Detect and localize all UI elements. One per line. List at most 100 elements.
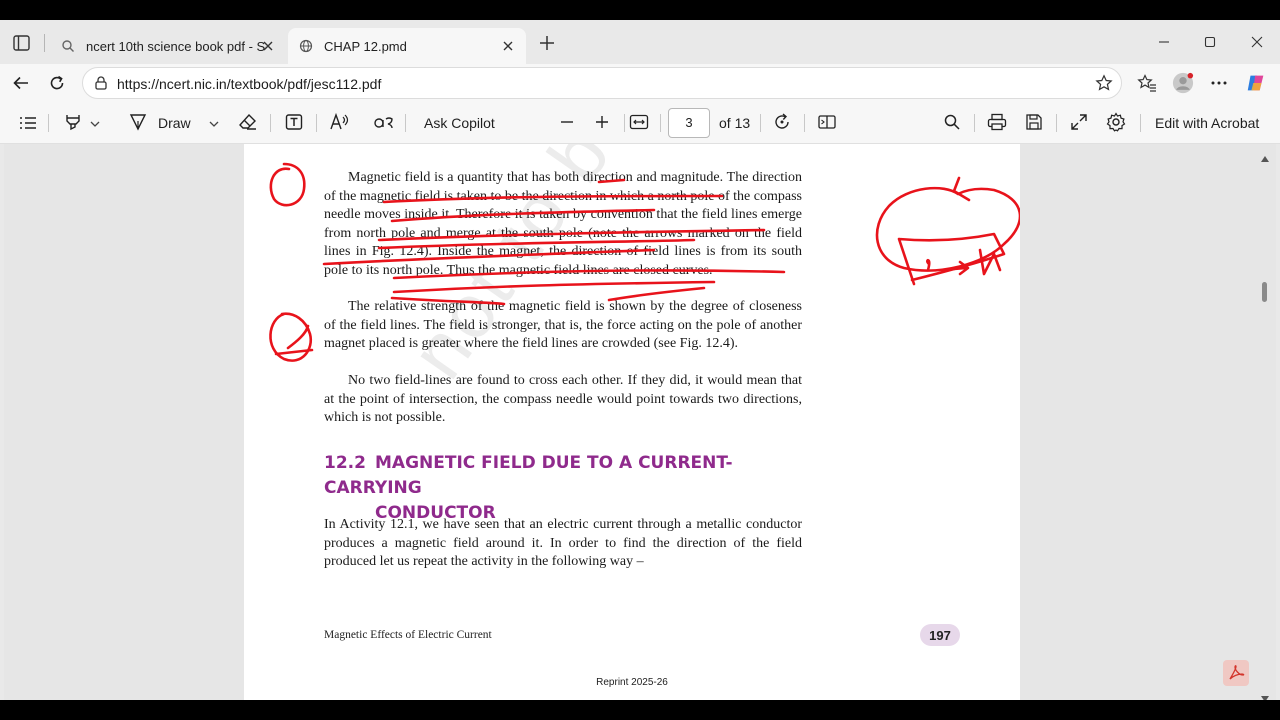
rotate-button[interactable]	[771, 112, 793, 134]
toolbar-separator	[48, 114, 49, 132]
read-aloud-icon	[329, 112, 351, 135]
favorites-button[interactable]	[1136, 72, 1158, 94]
acrobat-icon[interactable]	[1223, 660, 1249, 686]
read-aloud-button[interactable]	[329, 112, 351, 134]
highlighter-icon	[64, 113, 84, 134]
search-icon	[943, 113, 961, 134]
search-icon	[60, 38, 76, 54]
save-button[interactable]	[1023, 112, 1045, 134]
page-view-button[interactable]	[816, 112, 838, 134]
draw-button[interactable]: Draw	[128, 112, 220, 134]
toolbar-separator	[624, 114, 625, 132]
ink-annotations	[269, 162, 1020, 362]
circled-number-1	[269, 162, 306, 207]
back-button[interactable]	[10, 72, 32, 94]
toolbar-separator	[270, 114, 271, 132]
translate-button[interactable]	[373, 112, 395, 134]
add-text-button[interactable]	[283, 112, 305, 134]
plus-icon	[594, 114, 610, 133]
toolbar-separator	[405, 114, 406, 132]
underline-stroke	[607, 286, 706, 302]
magnet-arrow-sketch	[952, 176, 971, 202]
underline-stroke	[390, 208, 656, 223]
text-box-icon	[284, 112, 304, 135]
zoom-in-button[interactable]	[591, 112, 613, 134]
toolbar-separator	[1056, 114, 1057, 132]
tab-search[interactable]: ncert 10th science book pdf - Sea	[50, 28, 286, 64]
edit-with-acrobat-button[interactable]: Edit with Acrobat	[1155, 112, 1259, 134]
copilot-icon[interactable]	[1245, 72, 1267, 94]
underline-stroke	[390, 296, 506, 306]
close-icon[interactable]	[498, 36, 518, 56]
underline-stroke	[392, 269, 786, 280]
draw-pen-icon	[128, 112, 148, 135]
scrollbar-thumb[interactable]	[1262, 282, 1267, 302]
toolbar-separator	[974, 114, 975, 132]
maximize-button[interactable]	[1200, 32, 1220, 52]
chevron-down-icon	[209, 115, 219, 131]
page-number-input[interactable]: 3	[668, 108, 710, 138]
close-icon[interactable]	[258, 36, 278, 56]
tab-chap12[interactable]: CHAP 12.pmd	[288, 28, 526, 64]
eraser-icon	[238, 112, 258, 135]
underline-stroke	[382, 194, 724, 204]
save-disk-icon	[1025, 113, 1043, 134]
toolbar-separator	[760, 114, 761, 132]
page-total: of 13	[719, 115, 751, 131]
tab-strip: ncert 10th science book pdf - Sea CHAP 1…	[0, 20, 1280, 64]
rotate-icon	[772, 112, 792, 135]
expand-icon	[1070, 113, 1088, 134]
pdf-page: not to be republished Magnetic field is …	[244, 144, 1020, 700]
tab-actions-icon[interactable]	[8, 32, 34, 54]
translate-icon	[373, 112, 395, 135]
fit-to-width-button[interactable]	[628, 112, 650, 134]
tab-title: CHAP 12.pmd	[324, 38, 407, 54]
bar-magnet-sketch	[897, 232, 1006, 286]
underline-stroke	[322, 248, 656, 266]
toolbar-separator	[316, 114, 317, 132]
new-tab-button[interactable]	[536, 32, 558, 54]
fullscreen-button[interactable]	[1068, 112, 1090, 134]
favorite-star-icon[interactable]	[1095, 74, 1113, 97]
zoom-out-button[interactable]	[556, 112, 578, 134]
globe-icon	[298, 38, 314, 54]
gear-icon	[1106, 111, 1126, 135]
navigation-bar: https://ncert.nic.in/textbook/pdf/jesc11…	[0, 64, 1280, 102]
close-window-button[interactable]	[1247, 32, 1267, 52]
two-page-icon	[817, 113, 837, 134]
url-text: https://ncert.nic.in/textbook/pdf/jesc11…	[117, 76, 382, 92]
minimize-button[interactable]	[1154, 32, 1174, 52]
scroll-up-arrow[interactable]	[1260, 150, 1270, 162]
more-options-icon[interactable]	[1208, 72, 1230, 94]
print-button[interactable]	[986, 112, 1008, 134]
highlight-button[interactable]	[60, 112, 104, 134]
contents-list-icon[interactable]	[18, 112, 38, 134]
toolbar-separator	[1140, 114, 1141, 132]
tab-separator	[44, 34, 45, 52]
minus-icon	[559, 114, 575, 133]
scroll-down-arrow[interactable]	[1260, 690, 1270, 700]
ask-copilot-button[interactable]: Ask Copilot	[424, 112, 495, 134]
find-button[interactable]	[941, 112, 963, 134]
pdf-toolbar: Draw Ask Copilot 3 of 13 Edit with Acrob…	[0, 102, 1280, 144]
tab-title: ncert 10th science book pdf - Sea	[86, 38, 266, 54]
draw-label: Draw	[158, 115, 191, 131]
printer-icon	[987, 113, 1007, 134]
magnet-loop-sketch	[875, 186, 1020, 272]
eraser-button[interactable]	[237, 112, 259, 134]
site-info-icon[interactable]	[93, 75, 109, 96]
underline-stroke	[597, 178, 626, 184]
chevron-down-icon	[90, 115, 100, 131]
profile-avatar[interactable]	[1172, 72, 1194, 94]
fit-width-icon	[629, 113, 649, 134]
toolbar-separator	[804, 114, 805, 132]
underline-stroke	[377, 238, 696, 250]
underline-stroke	[392, 280, 716, 294]
address-bar[interactable]: https://ncert.nic.in/textbook/pdf/jesc11…	[82, 67, 1122, 99]
toolbar-separator	[660, 114, 661, 132]
pdf-viewer[interactable]: not to be republished Magnetic field is …	[4, 144, 1276, 700]
settings-button[interactable]	[1105, 111, 1127, 135]
refresh-button[interactable]	[46, 72, 68, 94]
underline-stroke	[377, 228, 766, 242]
browser-window: ncert 10th science book pdf - Sea CHAP 1…	[0, 20, 1280, 700]
